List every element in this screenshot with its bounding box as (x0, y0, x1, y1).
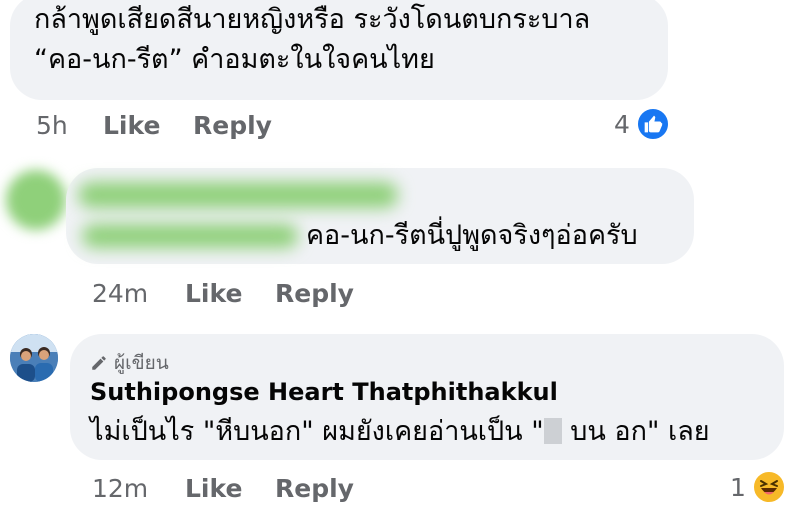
comment-actions-1: 5h Like Reply (0, 111, 800, 145)
comment-text-part2: บน อก" เลย (561, 416, 710, 447)
pencil-icon (92, 356, 106, 370)
comment-text: คอ-นก-รีตนี่ปูพูดจริงๆอ่อครับ (306, 220, 638, 251)
author-avatar[interactable] (10, 334, 58, 382)
reaction-count: 1 (730, 472, 746, 502)
comment-time[interactable]: 12m (92, 474, 148, 503)
author-name-redacted (78, 182, 398, 208)
comment-time[interactable]: 24m (92, 279, 148, 308)
laughing-emoji-icon (751, 470, 786, 504)
reaction-count-3[interactable]: 1 (730, 470, 786, 504)
comment-text-line2: “คอ-นก-รีต” คำอมตะในใจคนไทย (34, 44, 435, 75)
reaction-count-1[interactable]: 4 (614, 107, 670, 141)
author-name[interactable]: Suthipongse Heart Thatphithakkul (90, 378, 558, 406)
like-button[interactable]: Like (185, 474, 242, 503)
comment-text-part1: ไม่เป็นไร "หีบนอก" ผมยังเคยอ่านเป็น " (90, 416, 544, 447)
thumbs-up-icon (635, 107, 670, 141)
author-badge-label: ผู้เขียน (114, 352, 169, 374)
text-redacted (82, 224, 298, 248)
comment-text: กล้าพูดเสียดสีนายหญิงหรือ ระวังโดนตบกระบ… (34, 0, 590, 80)
avatar-photo-icon (10, 334, 58, 382)
like-button[interactable]: Like (103, 111, 160, 140)
reply-button[interactable]: Reply (193, 111, 272, 140)
comment-text: ไม่เป็นไร "หีบนอก" ผมยังเคยอ่านเป็น " บน… (90, 412, 710, 452)
comment-text-line1: กล้าพูดเสียดสีนายหญิงหรือ ระวังโดนตบกระบ… (34, 4, 591, 35)
author-badge: ผู้เขียน (90, 348, 169, 378)
comment-actions-2: 24m Like Reply (0, 279, 800, 313)
like-button[interactable]: Like (185, 279, 242, 308)
comment-bubble-2: คอ-นก-รีตนี่ปูพูดจริงๆอ่อครับ (66, 168, 694, 264)
comment-time[interactable]: 5h (36, 111, 68, 140)
comment-actions-3: 12m Like Reply (0, 474, 800, 508)
reply-button[interactable]: Reply (275, 279, 354, 308)
reaction-count: 4 (614, 109, 630, 139)
reply-button[interactable]: Reply (275, 474, 354, 503)
comment-bubble-1: กล้าพูดเสียดสีนายหญิงหรือ ระวังโดนตบกระบ… (10, 0, 668, 100)
comment-bubble-3: ผู้เขียน Suthipongse Heart Thatphithakku… (70, 334, 784, 460)
avatar-redacted[interactable] (6, 170, 66, 230)
censored-block (543, 418, 562, 444)
